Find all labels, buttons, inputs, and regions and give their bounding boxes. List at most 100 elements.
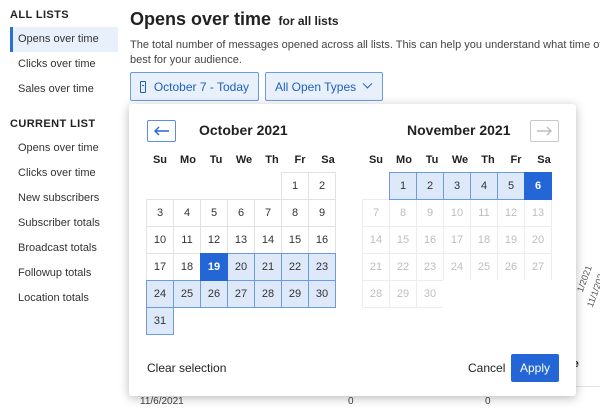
calendar-day[interactable]: 2: [308, 172, 336, 200]
calendar-day[interactable]: 14: [254, 226, 282, 254]
calendar-day[interactable]: 9: [308, 199, 336, 227]
calendar-week: 123456: [362, 172, 558, 200]
calendar-day: 23: [416, 253, 444, 281]
weekday-header: Su Mo Tu We Th Fr Sa: [362, 154, 558, 172]
calendar-day[interactable]: 5: [200, 199, 228, 227]
calendar-empty-cell: [173, 307, 201, 335]
calendar-day[interactable]: 23: [308, 253, 336, 281]
page-description: The total number of messages opened acro…: [130, 38, 600, 68]
calendar-day[interactable]: 2: [416, 172, 444, 200]
weekday-label: Tu: [425, 154, 439, 166]
sidebar-item-clicks-over-time[interactable]: Clicks over time: [0, 52, 120, 77]
calendar-day[interactable]: 12: [200, 226, 228, 254]
calendar-grid-october: Su Mo Tu We Th Fr Sa 1 2 3 4 5 6 7 8 9 10 11 12 13 14…: [146, 154, 342, 335]
calendar-day: 14: [362, 226, 390, 254]
calendar-week: 31: [146, 307, 342, 335]
calendar-day[interactable]: 19: [200, 253, 228, 281]
sidebar-item-sales-over-time[interactable]: Sales over time: [0, 77, 120, 102]
calendar-day[interactable]: 31: [146, 307, 174, 335]
calendar-day[interactable]: 30: [308, 280, 336, 308]
weekday-label: Su: [368, 154, 384, 166]
calendar-day[interactable]: 3: [146, 199, 174, 227]
page-title: Opens over time for all lists: [130, 9, 339, 30]
calendar-day: 29: [389, 280, 417, 308]
calendar-empty-cell: [524, 280, 552, 308]
calendar-day[interactable]: 18: [173, 253, 201, 281]
calendar-empty-cell: [281, 307, 309, 335]
calendar-day[interactable]: 28: [254, 280, 282, 308]
calendar-day[interactable]: 22: [281, 253, 309, 281]
calendar-day: 27: [524, 253, 552, 281]
page-description-line2: best for your audience.: [130, 54, 242, 66]
open-types-label: All Open Types: [275, 79, 357, 94]
calendar-grid-november: Su Mo Tu We Th Fr Sa 1 2 3 4 5 6 7 8 9 10 11 12 13 14…: [362, 154, 558, 308]
weekday-label: Sa: [321, 154, 335, 166]
calendar-empty-cell: [308, 307, 336, 335]
calendar-day[interactable]: 4: [173, 199, 201, 227]
sidebar-item-opens-over-time[interactable]: Opens over time: [10, 27, 118, 52]
next-month-button[interactable]: [530, 120, 559, 142]
calendar-day: 10: [443, 199, 471, 227]
calendar-day[interactable]: 6: [227, 199, 255, 227]
previous-month-button[interactable]: [147, 120, 176, 142]
table-cell-value: 0: [348, 396, 354, 407]
table-cell-value: 0: [485, 396, 491, 407]
calendar-day[interactable]: 21: [254, 253, 282, 281]
calendar-day[interactable]: 4: [470, 172, 498, 200]
weekday-label: Th: [481, 154, 495, 166]
calendar-day[interactable]: 17: [146, 253, 174, 281]
calendar-day: 12: [497, 199, 525, 227]
calendar-day[interactable]: 1: [389, 172, 417, 200]
calendar-empty-cell: [146, 172, 174, 200]
sidebar-item-followup-totals[interactable]: Followup totals: [0, 261, 120, 286]
current-list-heading: CURRENT LIST: [10, 118, 96, 130]
calendar-day[interactable]: 25: [173, 280, 201, 308]
date-range-label: October 7 - Today: [153, 79, 249, 94]
calendar-day: 18: [470, 226, 498, 254]
weekday-label: Sa: [537, 154, 551, 166]
all-lists-heading: ALL LISTS: [10, 9, 70, 21]
calendar-day[interactable]: 13: [227, 226, 255, 254]
sidebar-item-location-totals[interactable]: Location totals: [0, 286, 120, 311]
sidebar: ALL LISTS Opens over time Clicks over ti…: [0, 0, 120, 412]
date-range-button[interactable]: October 7 - Today: [130, 72, 259, 101]
calendar-day[interactable]: 24: [146, 280, 174, 308]
calendar-week: 21 22 23 24 25 26 27: [362, 253, 558, 281]
calendar-day: 26: [497, 253, 525, 281]
clear-selection-button[interactable]: Clear selection: [147, 361, 226, 375]
calendar-day[interactable]: 27: [227, 280, 255, 308]
calendar-day: 9: [416, 199, 444, 227]
calendar-day[interactable]: 8: [281, 199, 309, 227]
calendar-day[interactable]: 11: [173, 226, 201, 254]
calendar-day[interactable]: 15: [281, 226, 309, 254]
table-cell-date: 11/6/2021: [140, 396, 184, 407]
calendar-day: 24: [443, 253, 471, 281]
weekday-label: Su: [152, 154, 168, 166]
sidebar-item-new-subscribers[interactable]: New subscribers: [0, 186, 120, 211]
calendar-day[interactable]: 1: [281, 172, 309, 200]
weekday-header: Su Mo Tu We Th Fr Sa: [146, 154, 342, 172]
month-title-october: October 2021: [199, 122, 288, 138]
sidebar-item-broadcast-totals[interactable]: Broadcast totals: [0, 236, 120, 261]
calendar-day: 30: [416, 280, 444, 308]
calendar-empty-cell: [254, 172, 282, 200]
calendar-day[interactable]: 16: [308, 226, 336, 254]
calendar-day[interactable]: 20: [227, 253, 255, 281]
calendar-empty-cell: [443, 280, 471, 308]
calendar-week: 7 8 9 10 11 12 13: [362, 199, 558, 227]
weekday-label: Fr: [294, 154, 306, 166]
calendar-day[interactable]: 10: [146, 226, 174, 254]
calendar-day[interactable]: 6: [524, 172, 552, 200]
sidebar-item-list-opens[interactable]: Opens over time: [0, 136, 120, 161]
calendar-day[interactable]: 29: [281, 280, 309, 308]
sidebar-item-list-clicks[interactable]: Clicks over time: [0, 161, 120, 186]
apply-button[interactable]: Apply: [511, 354, 559, 382]
calendar-day[interactable]: 26: [200, 280, 228, 308]
calendar-day[interactable]: 3: [443, 172, 471, 200]
calendar-day: 13: [524, 199, 552, 227]
open-types-dropdown[interactable]: All Open Types: [265, 72, 383, 101]
cancel-button[interactable]: Cancel: [468, 361, 505, 375]
sidebar-item-subscriber-totals[interactable]: Subscriber totals: [0, 211, 120, 236]
calendar-day[interactable]: 5: [497, 172, 525, 200]
calendar-day[interactable]: 7: [254, 199, 282, 227]
